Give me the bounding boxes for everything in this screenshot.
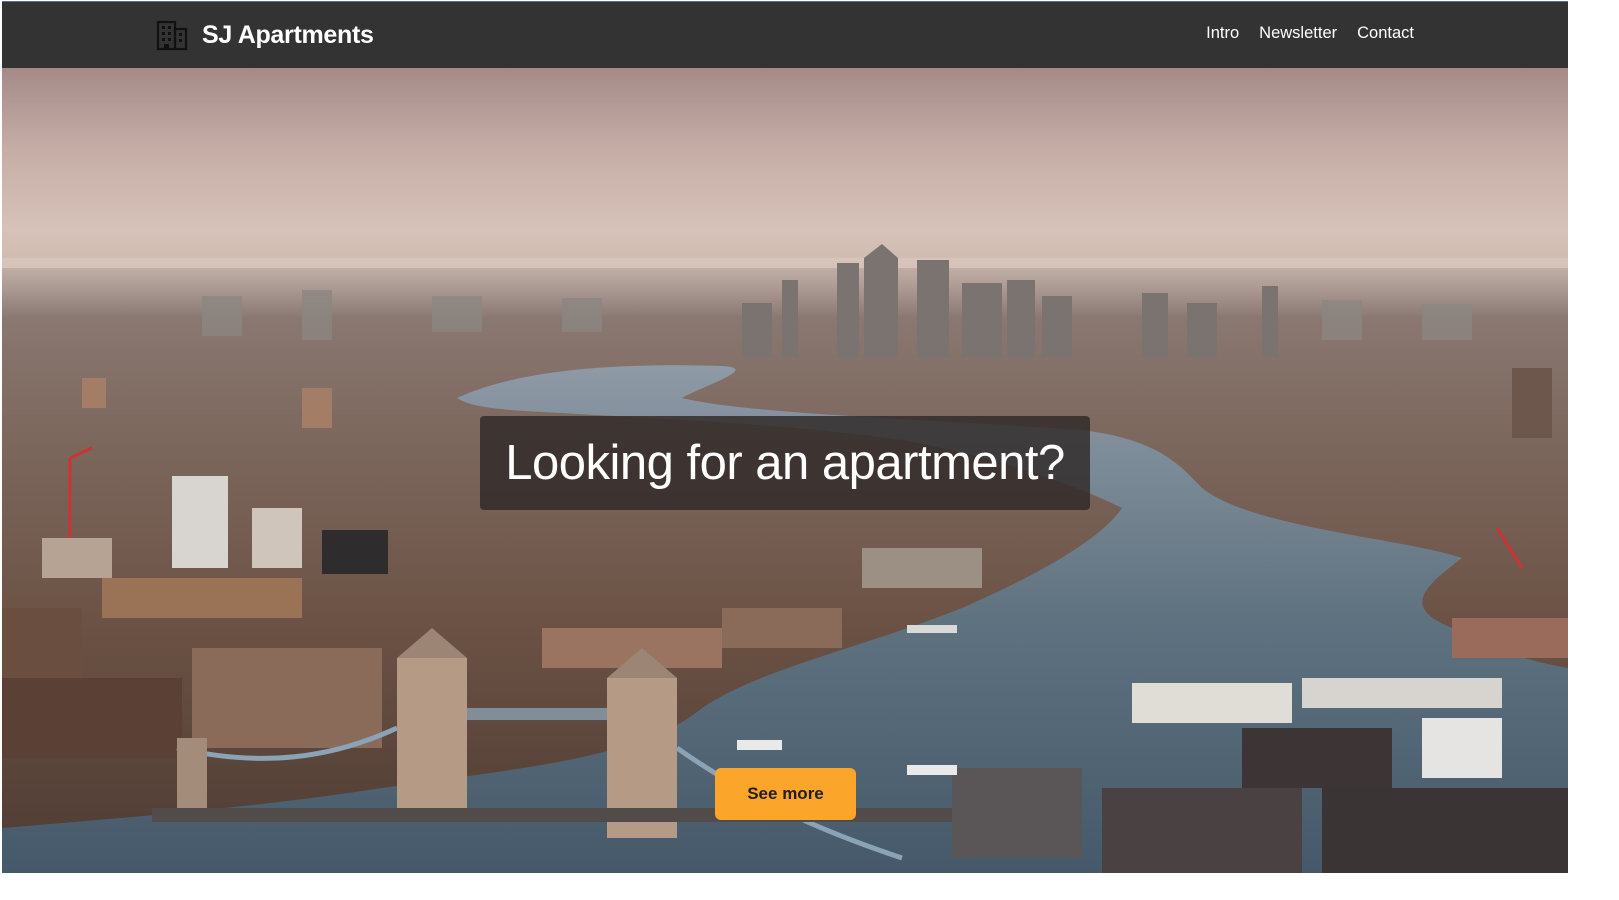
page-frame: SJ Apartments Intro Newsletter Contact L… [2, 1, 1568, 873]
see-more-button[interactable]: See more [715, 768, 856, 820]
nav-link-newsletter[interactable]: Newsletter [1259, 24, 1337, 43]
hero-section: Looking for an apartment? See more [2, 68, 1568, 873]
building-icon [156, 19, 188, 51]
nav-link-intro[interactable]: Intro [1206, 24, 1239, 43]
brand[interactable]: SJ Apartments [156, 18, 374, 52]
nav-link-contact[interactable]: Contact [1357, 24, 1414, 43]
brand-name: SJ Apartments [202, 20, 374, 49]
navbar: SJ Apartments Intro Newsletter Contact [2, 2, 1568, 68]
headline-box: Looking for an apartment? [480, 416, 1090, 510]
hero-headline: Looking for an apartment? [505, 436, 1065, 490]
nav-links: Intro Newsletter Contact [1206, 24, 1414, 43]
